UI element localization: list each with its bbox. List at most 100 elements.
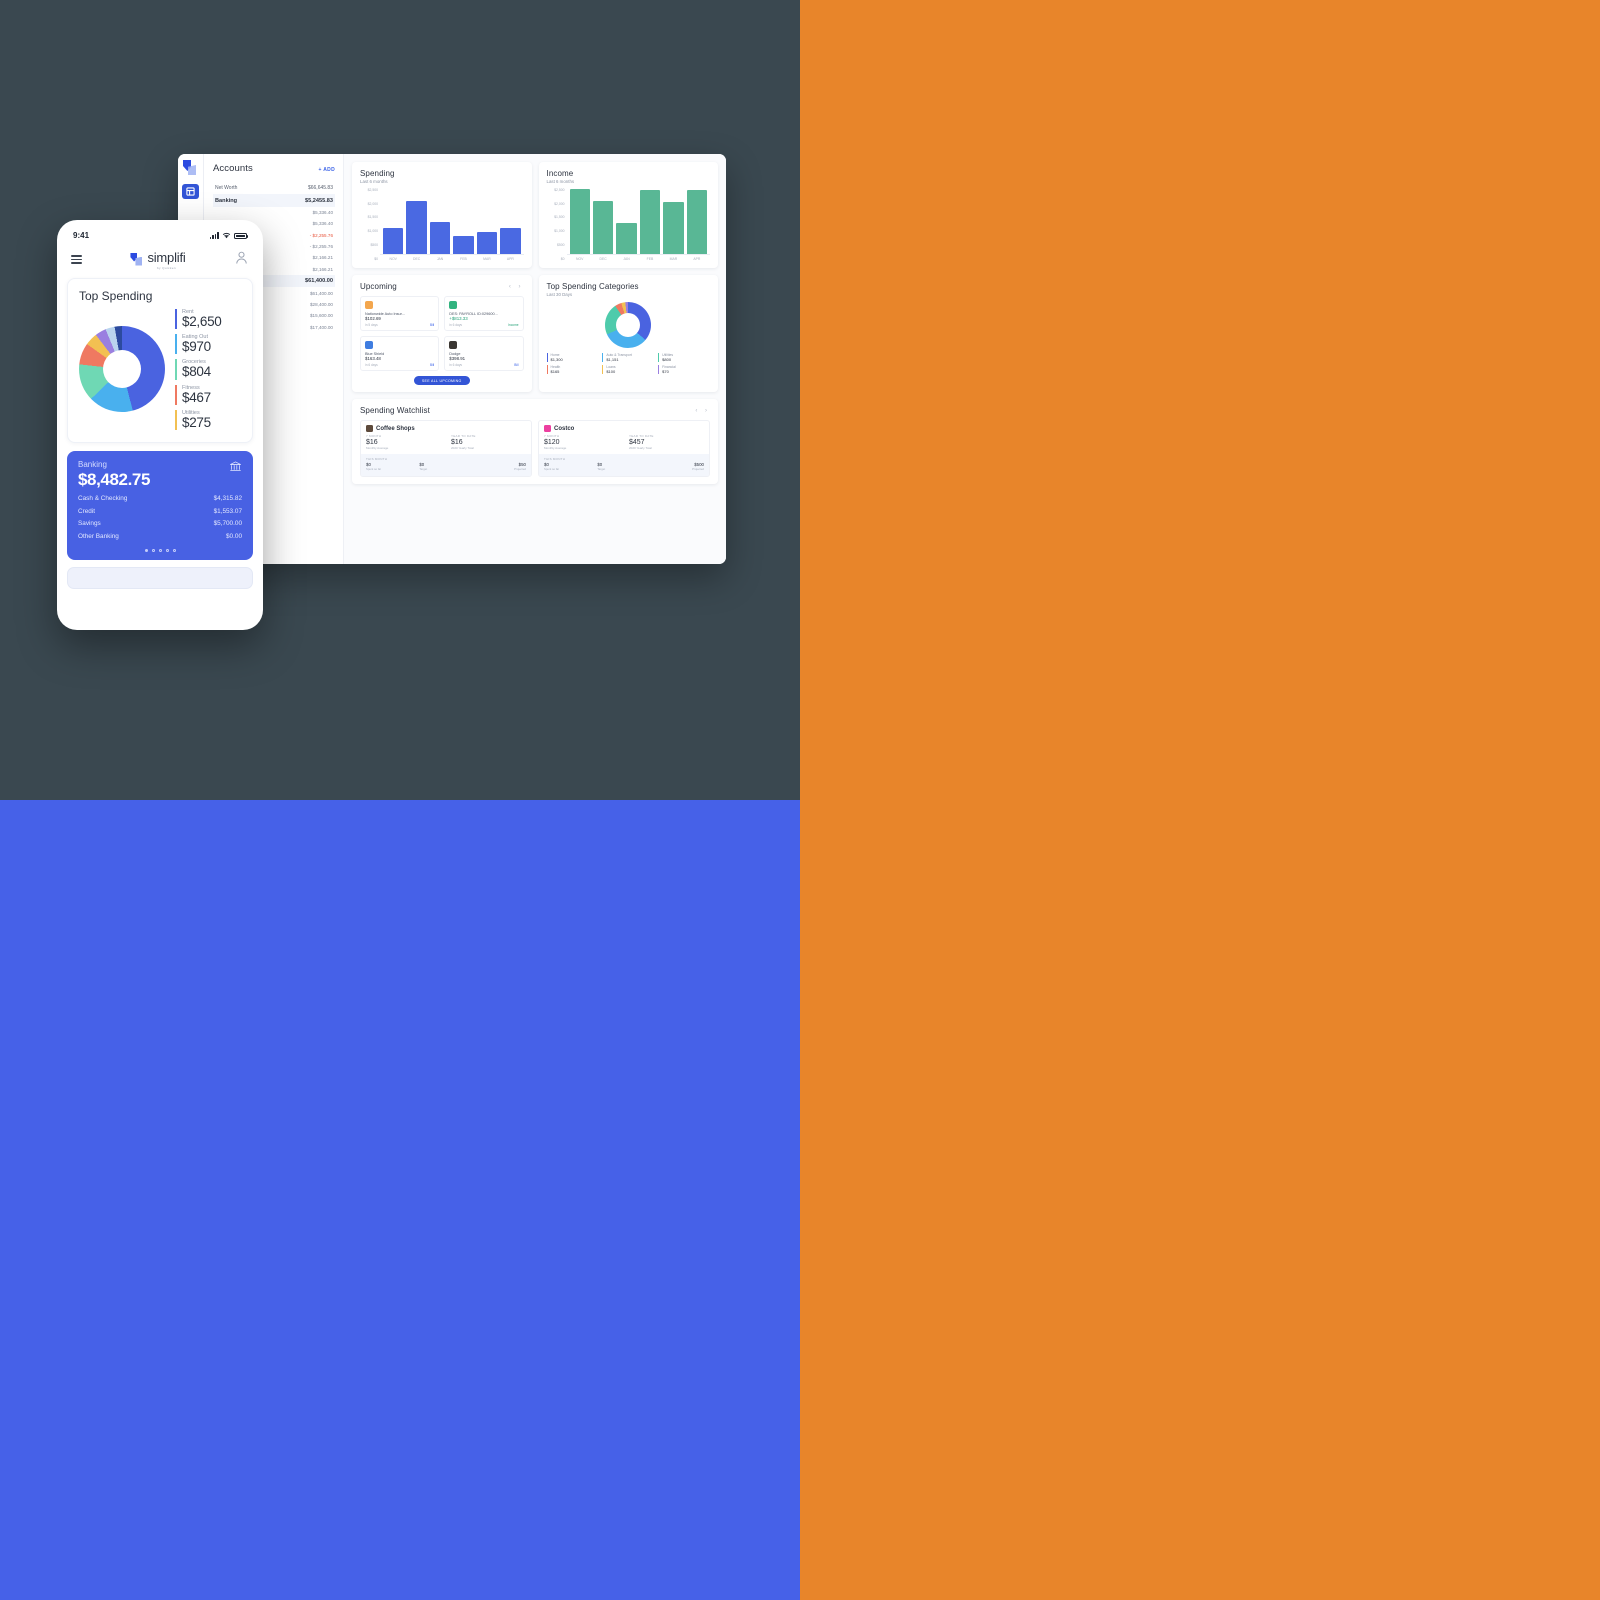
upcoming-amount: $163.48: [365, 356, 381, 361]
battery-icon: [234, 232, 249, 239]
upcoming-amount: $398.91: [449, 356, 466, 361]
spending-y-axis: $2,500 $2,000 $1,500 $1,000 $500 $0: [360, 188, 380, 261]
chart-bar: [476, 231, 498, 254]
chart-bar: [616, 222, 637, 254]
see-all-upcoming-button[interactable]: SEE ALL UPCOMING: [413, 376, 470, 385]
merchant-icon: [449, 301, 458, 309]
charts-row: Spending Last 6 months $2,500 $2,000 $1,50…: [352, 162, 718, 268]
watchlist-card[interactable]: Costco 7 MONTH $120 Monthly Average YEAR…: [538, 420, 710, 477]
dashboard-nav-icon[interactable]: [182, 184, 199, 199]
category-legend-item[interactable]: Loans $100: [602, 365, 654, 374]
status-time: 9:41: [73, 231, 90, 240]
category-legend-item[interactable]: Utilities $800: [658, 353, 710, 362]
upcoming-pager-icon[interactable]: ‹ ›: [509, 284, 524, 290]
foot-caption: Target: [419, 467, 428, 471]
account-row-networth[interactable]: Net Worth $66,645.83: [213, 182, 335, 194]
upcoming-item[interactable]: Nationwide Auto Insur... $102.69 in 5 da…: [360, 296, 440, 331]
chart-bar: [592, 200, 614, 254]
upcoming-name: DES: PAYROLL ID:029600...: [449, 311, 498, 316]
account-row-banking[interactable]: Banking $5,2455.83: [213, 194, 335, 207]
top-spending-legend-item[interactable]: Rent $2,650: [175, 309, 241, 330]
axis-tick: JAN: [623, 257, 630, 261]
row-value: $5,700.00: [213, 520, 242, 528]
chart-bar: [383, 228, 404, 254]
category-legend-item[interactable]: Health $165: [546, 365, 599, 374]
row-value: - $2,255.76: [309, 244, 333, 250]
top-spending-donut-chart: [79, 326, 165, 413]
hamburger-menu-icon[interactable]: [71, 255, 82, 264]
category-value: $70: [662, 369, 669, 374]
upcoming-item[interactable]: Dodge $398.91 in 6 days Bill: [444, 336, 524, 371]
upcoming-name: Dodge: [449, 351, 461, 356]
category-value: $800: [662, 357, 672, 362]
upcoming-name: Blue Shield: [365, 351, 385, 356]
phone-status-bar: 9:41: [65, 228, 255, 240]
chart-bar: [429, 221, 451, 254]
merchant-icon: [544, 425, 551, 432]
banking-row: Credit $1,553.07: [78, 508, 242, 515]
banking-card[interactable]: Banking $8,482.75 Cash & Checking $4,315.…: [67, 450, 253, 560]
desktop-body: Accounts + ADD Net Worth $66,645.83 Bank…: [204, 154, 726, 564]
chart-bar: [686, 189, 708, 254]
foot-caption: Target: [597, 467, 606, 471]
top-spending-legend-item[interactable]: Fitness $467: [175, 384, 241, 405]
upcoming-when: in 6 days: [365, 363, 378, 367]
axis-tick: $0: [560, 256, 565, 261]
add-account-button[interactable]: + ADD: [319, 167, 335, 173]
upcoming-item[interactable]: Blue Shield $163.48 in 6 days Bill: [360, 336, 440, 371]
row-value: $28,400.00: [310, 301, 333, 307]
income-x-axis: NOV DEC JAN FEB MAR APR: [567, 255, 711, 261]
row-value: $17,400.00: [310, 324, 333, 330]
category-legend-item[interactable]: Auto & Transport $1,151: [602, 353, 654, 362]
spending-chart-card: Spending Last 6 months $2,500 $2,000 $1,50…: [352, 162, 532, 268]
quadrant-bottom-left: Budgets March Salary+ $ 3,023.00Apple+ $…: [0, 800, 800, 1600]
simplifi-logo-icon: [130, 252, 143, 267]
axis-tick: FEB: [460, 257, 467, 261]
top-spending-legend-item[interactable]: Utilities $275: [175, 409, 241, 430]
merchant-icon: [365, 341, 373, 349]
row-value: $0.00: [226, 532, 242, 540]
upcoming-categories-row: Upcoming ‹ › Nationwide Auto Insur... $1…: [352, 275, 718, 392]
top-categories-title: Top Spending Categories: [546, 282, 639, 291]
watchlist-card[interactable]: Coffee Shops 7 MONTH $16 Monthly Average…: [360, 420, 532, 477]
upcoming-tag: Bill: [429, 363, 435, 367]
category-legend-item[interactable]: Home $1,300: [546, 353, 599, 362]
income-bars: [566, 189, 710, 255]
chart-bar: [663, 202, 684, 254]
top-spending-legend-item[interactable]: Eating Out $970: [175, 334, 241, 355]
axis-tick: $0: [374, 256, 378, 261]
top-spending-legend-item[interactable]: Groceries $804: [175, 359, 241, 380]
watchlist-pager-icon[interactable]: ‹ ›: [695, 408, 710, 414]
watchlist-title: Spending Watchlist: [360, 406, 430, 415]
row-value: $66,645.83: [307, 185, 333, 192]
axis-tick: $1,500: [367, 215, 378, 220]
income-chart-subtitle: Last 6 months: [546, 179, 575, 184]
axis-tick: FEB: [646, 257, 654, 261]
stat-value: $120: [544, 438, 560, 446]
axis-tick: MAR: [669, 257, 678, 261]
legend-value: $804: [182, 364, 211, 380]
upcoming-item[interactable]: DES: PAYROLL ID:029600... +$813.33 in 6 …: [444, 296, 524, 331]
upcoming-when: in 6 days: [449, 363, 463, 367]
bank-icon: [229, 460, 242, 478]
top-spending-card: Top Spending Rent $2,650 Eating Out $970 G…: [67, 278, 253, 443]
category-value: $1,300: [550, 357, 563, 362]
wifi-icon: [222, 232, 231, 239]
row-label: Savings: [78, 520, 101, 528]
upcoming-when: in 6 days: [449, 323, 463, 327]
watchlist-items: Coffee Shops 7 MONTH $16 Monthly Average…: [360, 420, 710, 477]
row-value: - $2,255.76: [309, 232, 333, 238]
profile-avatar-icon[interactable]: [234, 250, 249, 270]
category-legend-item[interactable]: Financial $70: [658, 365, 710, 374]
top-categories-legend: Home $1,300 Auto & Transport $1,151 Utilit…: [546, 353, 711, 374]
axis-tick: NOV: [576, 257, 584, 261]
legend-value: $275: [182, 414, 211, 430]
stat-value: $16: [451, 438, 463, 446]
spending-bar-chart: $2,500 $2,000 $1,500 $1,000 $500 $0 NOV DEC JAN…: [360, 188, 524, 261]
axis-tick: $1,500: [554, 215, 565, 220]
carousel-dots[interactable]: [78, 548, 242, 552]
axis-tick: NOV: [389, 257, 397, 261]
stat-caption: 2020 Yearly Total: [629, 445, 652, 450]
accounts-header: Accounts + ADD: [213, 163, 335, 174]
account-row[interactable]: $5,336.40: [213, 207, 335, 218]
